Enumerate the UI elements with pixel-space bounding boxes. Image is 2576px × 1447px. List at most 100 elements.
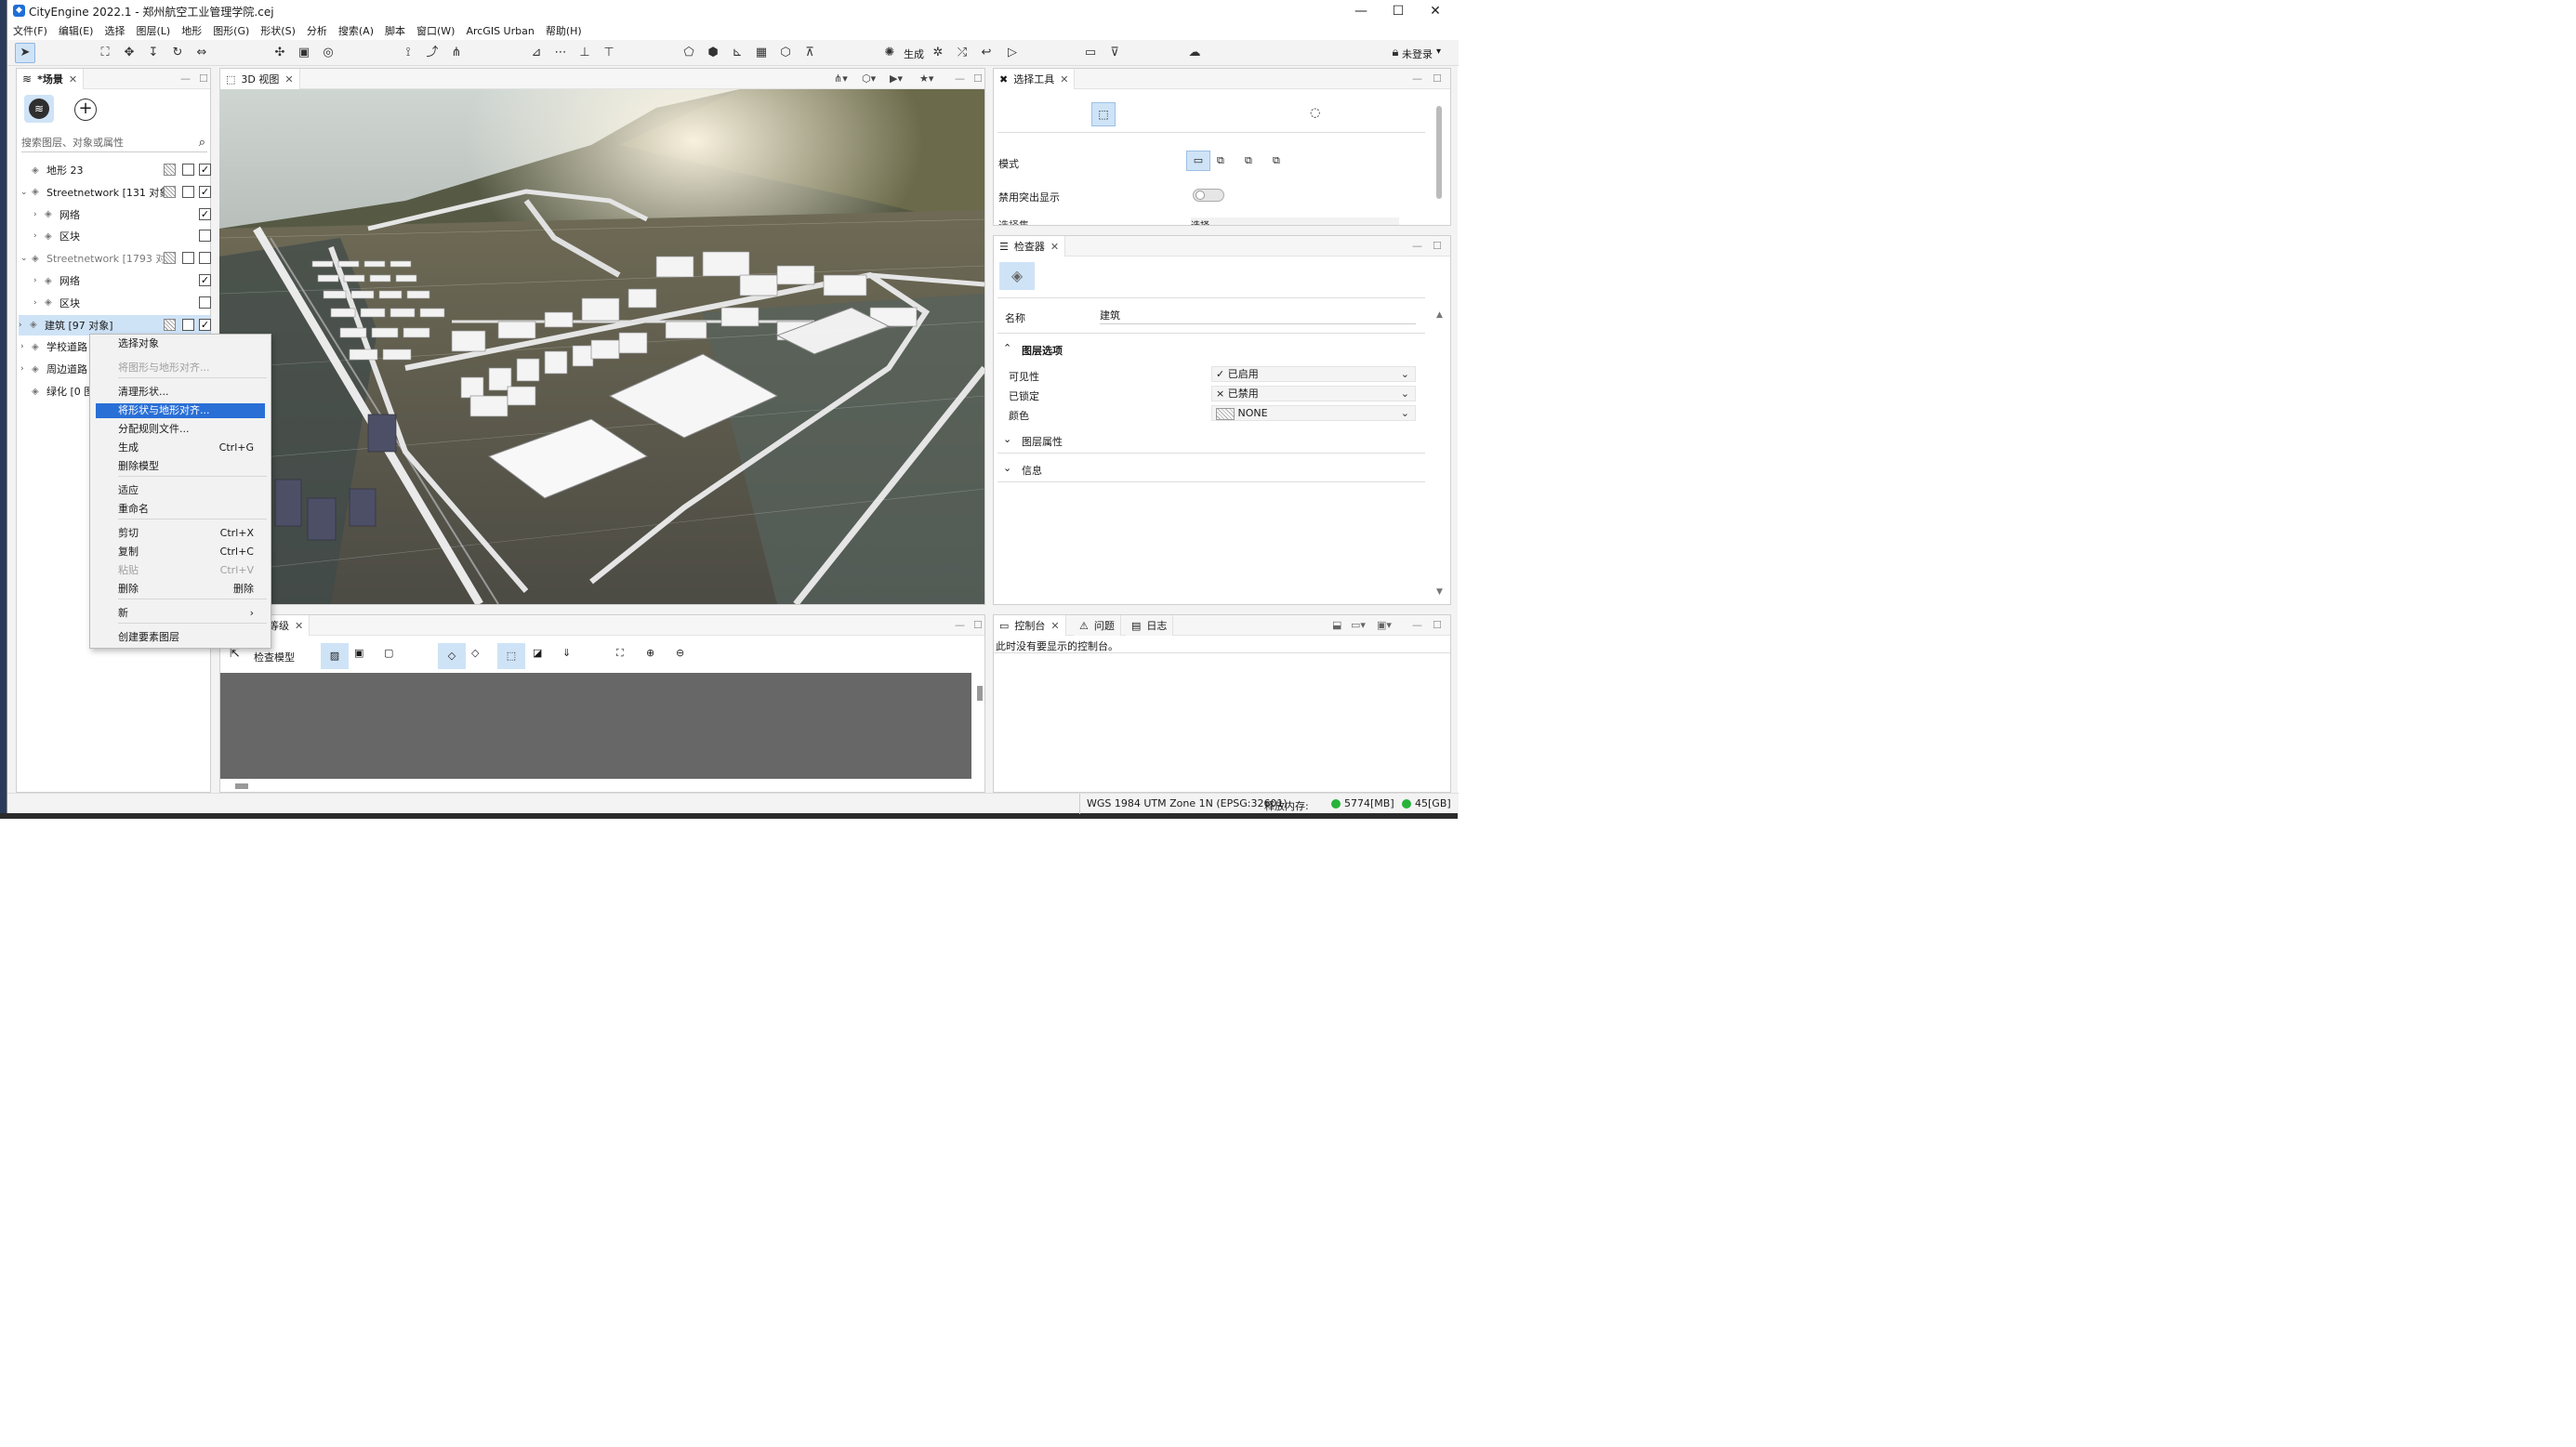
chevron-right-icon[interactable]: ›: [33, 298, 45, 308]
inspect-model-label[interactable]: 检查模型: [254, 650, 295, 664]
texture-icon[interactable]: ▦: [753, 46, 770, 60]
pin-icon[interactable]: ⬓: [1332, 619, 1341, 631]
layer-color-swatch[interactable]: [164, 252, 176, 265]
display-console-icon[interactable]: ▭▾: [1351, 619, 1366, 631]
layer-row[interactable]: ⌄ ◈ Streetnetwork [1793 对象: [20, 248, 206, 269]
slab-view-icon[interactable]: ◇: [438, 643, 466, 669]
name-field[interactable]: 建筑: [1100, 308, 1416, 324]
drop-icon[interactable]: ↧: [145, 46, 162, 60]
disable-highlight-toggle[interactable]: [1193, 189, 1224, 202]
collapse-chevron-icon[interactable]: ⌃: [1003, 342, 1011, 354]
scroll-down-icon[interactable]: ▼: [1436, 587, 1443, 597]
chevron-right-icon[interactable]: ›: [20, 342, 32, 351]
zoom-in-icon[interactable]: ⊕: [646, 647, 654, 659]
frame-all-icon[interactable]: ⛶: [616, 647, 624, 660]
maximize-icon[interactable]: ☐: [199, 72, 208, 85]
chevron-right-icon[interactable]: ›: [33, 231, 45, 241]
model-icon[interactable]: ⬡: [777, 46, 794, 60]
visibility-dropdown[interactable]: ✓ 已启用 ⌄: [1211, 366, 1416, 382]
street-tool-icon[interactable]: ⟟: [400, 46, 416, 60]
layer-row[interactable]: ◈ 地形 23: [20, 160, 206, 180]
menu-select[interactable]: 选择: [104, 22, 125, 40]
login-status[interactable]: 未登录: [1402, 46, 1433, 61]
scrollbar[interactable]: [977, 686, 983, 701]
hierarchy-canvas[interactable]: [220, 673, 971, 779]
close-button[interactable]: ✕: [1417, 0, 1454, 22]
tab-inspector[interactable]: ☰ 检查器 ✕: [994, 236, 1066, 257]
scale-icon[interactable]: ⇔: [193, 46, 210, 60]
context-menu-item[interactable]: 创建要素图层: [96, 630, 265, 645]
context-menu-item[interactable]: 选择对象: [96, 336, 265, 351]
layer-options-label[interactable]: 图层选项: [1022, 343, 1063, 358]
layer-visibility-checkbox[interactable]: ✓: [199, 318, 211, 331]
menu-terrain[interactable]: 地形: [181, 22, 202, 40]
street-curve-icon[interactable]: ⤴: [424, 46, 441, 60]
cleanup-icon[interactable]: ✲: [930, 46, 946, 60]
tab-select-tool[interactable]: ✖ 选择工具 ✕: [994, 69, 1076, 89]
context-menu-item[interactable]: 重命名: [96, 502, 265, 517]
context-menu-item[interactable]: 删除 删除: [96, 582, 265, 597]
viewport-graph-icon[interactable]: ⋔▾: [834, 72, 848, 85]
lasso-select-icon[interactable]: ◌: [1310, 106, 1320, 120]
menu-file[interactable]: 文件(F): [13, 22, 47, 40]
menu-edit[interactable]: 编辑(E): [59, 22, 94, 40]
layer-visibility-checkbox[interactable]: ✓: [199, 207, 211, 220]
scrollbar[interactable]: [1436, 106, 1442, 199]
menu-layer[interactable]: 图层(L): [136, 22, 170, 40]
align-terrain-icon[interactable]: ⊼: [801, 46, 818, 60]
shape-extrude-icon[interactable]: ⬢: [705, 46, 721, 60]
generate-label[interactable]: 生成: [904, 46, 924, 61]
layer-lock-checkbox[interactable]: [182, 185, 194, 198]
layer-lock-checkbox[interactable]: [182, 318, 194, 331]
minimize-icon[interactable]: —: [1412, 72, 1422, 85]
open-console-icon[interactable]: ▣▾: [1377, 619, 1392, 631]
scrollbar[interactable]: [235, 783, 248, 789]
layer-lock-checkbox[interactable]: [182, 164, 194, 176]
expand-chevron-icon[interactable]: ⌄: [1003, 433, 1011, 445]
maximize-icon[interactable]: ☐: [1433, 72, 1442, 85]
measure-icon[interactable]: ▭: [1082, 46, 1099, 60]
rectangle-select-icon[interactable]: ⬚: [1091, 102, 1116, 126]
selection-set-dropdown[interactable]: 选择: [1191, 217, 1399, 225]
street-grow-icon[interactable]: ⋔: [448, 46, 465, 60]
layer-visibility-checkbox[interactable]: [199, 252, 211, 265]
layer-row[interactable]: › ◈ 网络: [20, 204, 206, 225]
chevron-right-icon[interactable]: ›: [20, 364, 32, 374]
context-menu-item[interactable]: 复制 Ctrl+C: [96, 545, 265, 559]
menu-script[interactable]: 脚本: [385, 22, 405, 40]
menu-analysis[interactable]: 分析: [307, 22, 327, 40]
frame-icon[interactable]: ⛶: [97, 46, 113, 60]
polygon-street-icon[interactable]: ⊿: [528, 46, 545, 60]
expand-chevron-icon[interactable]: ⌄: [1003, 462, 1011, 474]
context-menu-item[interactable]: 生成 Ctrl+G: [96, 441, 265, 455]
login-dropdown-icon[interactable]: ▾: [1436, 46, 1441, 57]
layer-attributes-label[interactable]: 图层属性: [1022, 434, 1063, 449]
menu-shapes[interactable]: 形状(S): [260, 22, 296, 40]
select-arrow-icon[interactable]: ➤: [15, 43, 35, 63]
layer-lock-checkbox[interactable]: [182, 252, 194, 265]
layer-color-swatch[interactable]: [164, 318, 176, 331]
layer-visibility-checkbox[interactable]: [199, 296, 211, 309]
chevron-right-icon[interactable]: ›: [33, 210, 45, 219]
add-layer-button[interactable]: +: [74, 99, 97, 121]
layer-row[interactable]: › ◈ 区块: [20, 293, 206, 313]
locked-dropdown[interactable]: × 已禁用 ⌄: [1211, 386, 1416, 401]
layer-visibility-checkbox[interactable]: [199, 230, 211, 243]
context-menu-item[interactable]: 将形状与地形对齐...: [96, 403, 265, 418]
maximize-button[interactable]: ☐: [1380, 0, 1417, 22]
tab-console[interactable]: ▭ 控制台 ✕: [994, 615, 1066, 636]
color-dropdown[interactable]: NONE ⌄: [1211, 405, 1416, 421]
menu-help[interactable]: 帮助(H): [546, 22, 582, 40]
minimize-icon[interactable]: —: [1412, 619, 1422, 631]
chevron-right-icon[interactable]: ›: [33, 276, 45, 285]
pointer-icon[interactable]: ▷: [1004, 46, 1021, 60]
layer-visibility-checkbox[interactable]: ✓: [199, 185, 211, 198]
layer-row[interactable]: › ◈ 区块: [20, 226, 206, 246]
chevron-down-icon[interactable]: ⌄: [20, 254, 32, 263]
rotate-icon[interactable]: ↻: [169, 46, 186, 60]
box-highlight-icon[interactable]: ⬚: [497, 643, 525, 669]
tumble-icon[interactable]: ▣: [296, 46, 312, 60]
tab-problems[interactable]: ⚠ 问题: [1074, 615, 1121, 636]
model-view-icon[interactable]: ▨: [321, 643, 349, 669]
layer-color-swatch[interactable]: [164, 185, 176, 198]
